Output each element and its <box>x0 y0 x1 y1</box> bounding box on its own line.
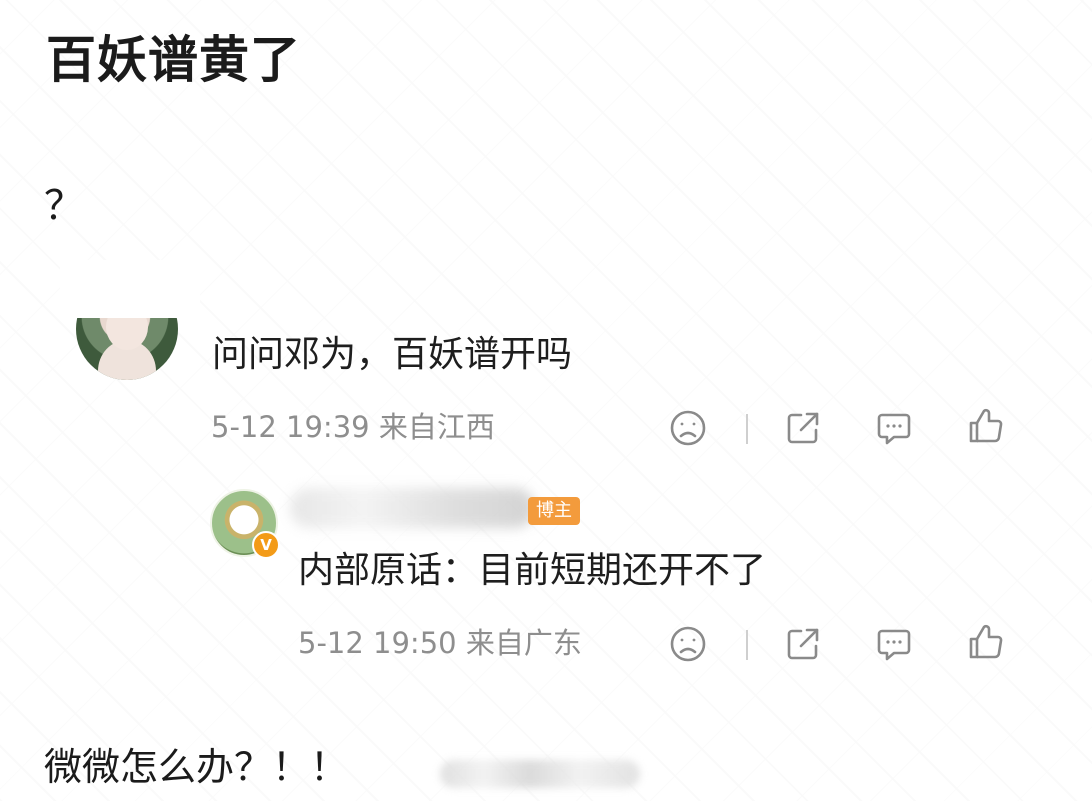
verified-badge-icon: V <box>252 531 280 559</box>
comment-icon[interactable] <box>874 408 914 448</box>
thumbs-up-icon[interactable] <box>966 622 1006 662</box>
comment-text: 问问邓为，百妖谱开吗 <box>212 334 573 375</box>
reply-location: 来自广东 <box>465 626 582 660</box>
action-divider <box>746 630 748 660</box>
watermark-pattern <box>0 0 1092 801</box>
sad-face-icon[interactable] <box>668 408 708 448</box>
reply-meta: 5-12 19:50 来自广东 <box>298 626 582 661</box>
comment-icon[interactable] <box>874 624 914 664</box>
author-tag: 博主 <box>528 497 580 525</box>
thumbs-up-icon[interactable] <box>966 406 1006 446</box>
comment-meta: 5-12 19:39 来自江西 <box>211 410 495 445</box>
comment-location: 来自江西 <box>378 410 495 444</box>
weibo-post-screenshot: 百妖谱黄了 ？ 问问邓为，百妖谱开吗 5-12 19:39 来自江西 V 博主 … <box>0 0 1092 801</box>
action-divider <box>746 414 748 444</box>
comment-time: 5-12 19:39 <box>211 410 370 444</box>
post-title: 百妖谱黄了 <box>46 31 301 89</box>
reply-time: 5-12 19:50 <box>298 626 457 660</box>
avatar-crop-mask <box>60 260 200 318</box>
blurred-username[interactable] <box>290 488 535 528</box>
sad-face-icon[interactable] <box>668 624 708 664</box>
post-footer-text: 微微怎么办？！！ <box>44 745 349 789</box>
reply-text: 内部原话：目前短期还开不了 <box>298 550 767 591</box>
share-icon[interactable] <box>783 624 823 664</box>
share-icon[interactable] <box>783 408 823 448</box>
blurred-watermark <box>440 760 640 788</box>
post-body: ？ <box>44 183 84 229</box>
